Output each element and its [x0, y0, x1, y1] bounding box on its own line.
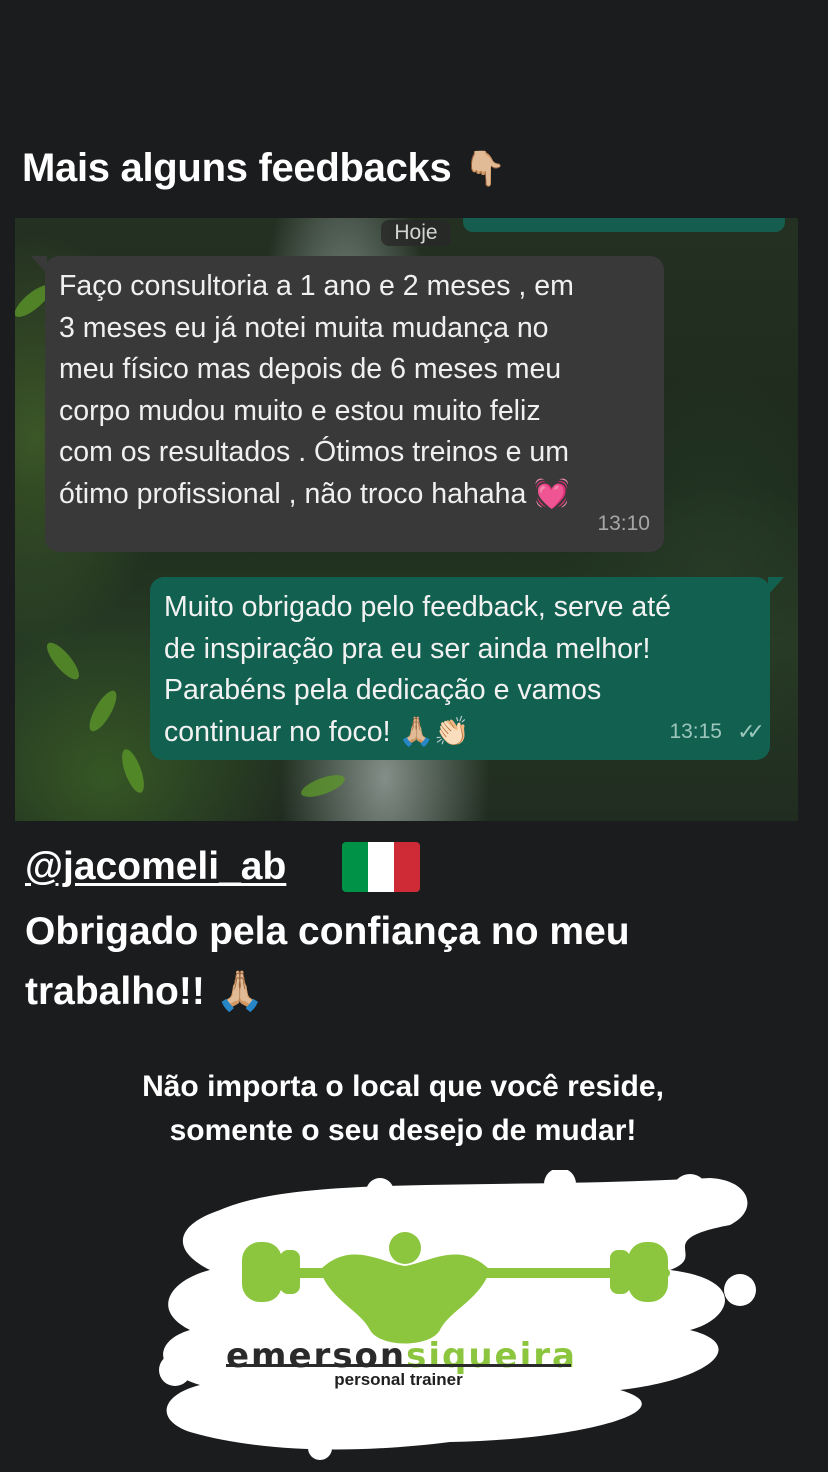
user-mention-link[interactable]: @jacomeli_ab: [25, 845, 286, 889]
heading-text: Mais alguns feedbacks: [22, 146, 452, 190]
message-text: Faço consultoria a 1 ano e 2 meses , em …: [59, 270, 574, 510]
thanks-text: Obrigado pela confiança no meu trabalho!…: [25, 910, 630, 1013]
italy-flag-icon: [342, 842, 421, 892]
previous-message-edge: [463, 218, 785, 232]
story-heading: Mais alguns feedbacks 👇🏼: [22, 146, 506, 191]
leaf-decoration: [117, 746, 149, 796]
message-time: 13:15: [669, 719, 722, 743]
brand-tagline: personal trainer: [334, 1370, 463, 1389]
outgoing-message[interactable]: Muito obrigado pelo feedback, serve até …: [150, 577, 784, 760]
leaf-decoration: [42, 638, 84, 684]
leaf-decoration: [84, 687, 122, 735]
logo-scribble-background: [159, 1170, 756, 1460]
brand-underline: [226, 1364, 571, 1367]
mention-row: @jacomeli_ab: [25, 842, 421, 892]
motto-line-2: somente o seu desejo de mudar!: [169, 1114, 637, 1147]
read-checkmarks-icon: ✓✓: [737, 718, 765, 744]
chat-screenshot: Hoje Faço consultoria a 1 ano e 2 meses …: [15, 218, 798, 821]
motto: Não importa o local que você reside, som…: [0, 1065, 806, 1153]
message-text: Muito obrigado pelo feedback, serve até …: [164, 591, 671, 748]
message-time: 13:10: [597, 511, 650, 535]
pointing-down-icon: 👇🏼: [463, 149, 506, 188]
motto-line-1: Não importa o local que você reside,: [142, 1070, 664, 1103]
incoming-message[interactable]: Faço consultoria a 1 ano e 2 meses , em …: [31, 256, 664, 552]
leaf-decoration: [298, 770, 348, 802]
date-chip: Hoje: [381, 220, 451, 246]
